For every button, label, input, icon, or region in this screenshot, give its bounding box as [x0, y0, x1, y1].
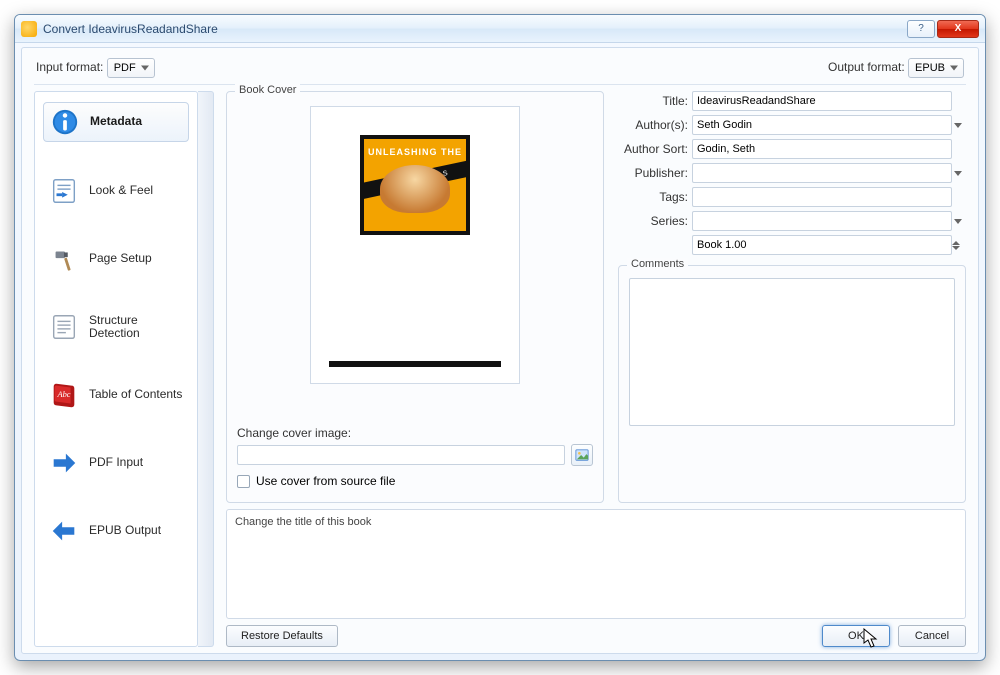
input-format-combo[interactable]: PDF [107, 58, 155, 78]
content-area: Book Cover UNLEASHING THE IDEAVIRUS Chan… [216, 91, 966, 647]
comments-textarea[interactable] [629, 278, 955, 426]
window-title: Convert IdeavirusReadandShare [43, 22, 907, 36]
sidebar-item-page-setup[interactable]: Page Setup [43, 240, 189, 278]
sidebar-item-label: Table of Contents [89, 388, 182, 401]
cover-footbar [329, 361, 501, 367]
comments-group: Comments [618, 265, 966, 503]
cover-unleash-text: UNLEASHING THE [368, 147, 462, 157]
sidebar-item-label: Structure Detection [89, 314, 183, 340]
client-area: Input format: PDF Output format: EPUB Me… [21, 47, 979, 654]
body-area: Metadata Look & Feel Page Setup [34, 84, 966, 647]
tags-label: Tags: [618, 190, 692, 204]
book-abc-icon: Abc [49, 380, 79, 410]
change-cover-path-input[interactable] [237, 445, 565, 465]
svg-text:Abc: Abc [56, 389, 70, 399]
ok-button[interactable]: OK [822, 625, 890, 647]
document-text-icon [49, 312, 79, 342]
app-icon [21, 21, 37, 37]
metadata-grid: Title: IdeavirusReadandShare Author(s): … [618, 91, 966, 255]
authors-dropdown-icon[interactable] [952, 116, 964, 134]
publisher-input[interactable] [692, 163, 952, 183]
use-source-cover-label: Use cover from source file [256, 474, 395, 488]
browse-cover-button[interactable] [571, 444, 593, 466]
sidebar-item-pdf-input[interactable]: PDF Input [43, 444, 189, 482]
book-cover-group: Book Cover UNLEASHING THE IDEAVIRUS Chan… [226, 91, 604, 503]
info-icon [50, 107, 80, 137]
series-index-spinner[interactable] [952, 236, 964, 254]
authors-label: Author(s): [618, 118, 692, 132]
publisher-dropdown-icon[interactable] [952, 164, 964, 182]
change-cover-label: Change cover image: [237, 426, 593, 440]
sidebar-item-epub-output[interactable]: EPUB Output [43, 512, 189, 550]
publisher-label: Publisher: [618, 166, 692, 180]
arrow-left-icon [49, 516, 79, 546]
help-text-box: Change the title of this book [226, 509, 966, 619]
sidebar-item-label: Look & Feel [89, 184, 153, 197]
authors-input[interactable]: Seth Godin [692, 115, 952, 135]
series-index-input[interactable]: Book 1.00 [692, 235, 952, 255]
restore-defaults-button[interactable]: Restore Defaults [226, 625, 338, 647]
close-button[interactable]: X [937, 20, 979, 38]
sidebar-item-metadata[interactable]: Metadata [43, 102, 189, 142]
titlebar: Convert IdeavirusReadandShare ? X [15, 15, 985, 43]
format-bar: Input format: PDF Output format: EPUB [34, 58, 966, 84]
use-source-cover-checkbox[interactable] [237, 475, 250, 488]
sidebar-item-label: PDF Input [89, 456, 143, 469]
dialog-window: Convert IdeavirusReadandShare ? X Input … [14, 14, 986, 661]
series-dropdown-icon[interactable] [952, 212, 964, 230]
title-label: Title: [618, 94, 692, 108]
footer-bar: Restore Defaults OK Cancel [226, 619, 966, 647]
title-input[interactable]: IdeavirusReadandShare [692, 91, 952, 111]
cover-thumbnail: UNLEASHING THE IDEAVIRUS [360, 135, 470, 235]
sidebar-item-label: Metadata [90, 115, 142, 128]
cancel-button[interactable]: Cancel [898, 625, 966, 647]
sidebar-item-label: EPUB Output [89, 524, 161, 537]
output-format-combo[interactable]: EPUB [908, 58, 964, 78]
tags-input[interactable] [692, 187, 952, 207]
sidebar-scrollbar[interactable] [198, 91, 214, 647]
sidebar-item-toc[interactable]: Abc Table of Contents [43, 376, 189, 414]
series-input[interactable] [692, 211, 952, 231]
sidebar-item-look-feel[interactable]: Look & Feel [43, 172, 189, 210]
output-format-label: Output format: [828, 60, 905, 74]
sidebar-item-structure-detection[interactable]: Structure Detection [43, 308, 189, 346]
nav-list[interactable]: Metadata Look & Feel Page Setup [34, 91, 198, 647]
authorsort-input[interactable]: Godin, Seth [692, 139, 952, 159]
authorsort-label: Author Sort: [618, 142, 692, 156]
hammer-icon [49, 244, 79, 274]
series-label: Series: [618, 214, 692, 228]
input-format-label: Input format: [36, 60, 103, 74]
cover-preview: UNLEASHING THE IDEAVIRUS [310, 106, 520, 384]
document-lines-icon [49, 176, 79, 206]
comments-label: Comments [627, 258, 688, 270]
help-button[interactable]: ? [907, 20, 935, 38]
sidebar: Metadata Look & Feel Page Setup [34, 91, 216, 647]
sidebar-item-label: Page Setup [89, 252, 152, 265]
book-cover-title: Book Cover [235, 84, 300, 96]
cover-head-graphic [380, 165, 450, 213]
arrow-right-icon [49, 448, 79, 478]
